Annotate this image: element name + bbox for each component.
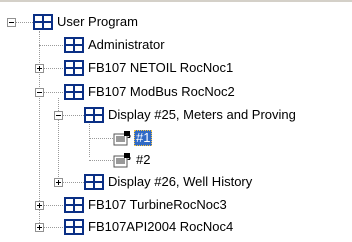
program-tree[interactable]: User Program Administrator FB107 NETOIL … <box>0 0 352 242</box>
tree-node-administrator[interactable]: Administrator <box>86 37 167 53</box>
module-grid-icon <box>64 84 84 100</box>
collapse-toggle-display-25[interactable] <box>54 111 63 120</box>
module-grid-icon <box>64 60 84 76</box>
expand-toggle-netoil[interactable] <box>35 64 44 73</box>
display-page-icon <box>113 131 131 146</box>
display-page-icon <box>113 153 131 168</box>
expand-toggle-turbine[interactable] <box>35 201 44 210</box>
tree-node-user-program[interactable]: User Program <box>55 14 140 30</box>
collapse-toggle-user-program[interactable] <box>7 18 16 27</box>
tree-line <box>89 122 90 157</box>
top-edge <box>0 0 352 2</box>
tree-node-netoil[interactable]: FB107 NETOIL RocNoc1 <box>86 60 235 76</box>
module-grid-icon <box>84 174 104 190</box>
tree-node-api2004[interactable]: FB107API2004 RocNoc4 <box>86 219 235 235</box>
tree-line <box>39 31 40 227</box>
tree-node-display-26[interactable]: Display #26, Well History <box>106 174 254 190</box>
module-grid-icon <box>33 14 53 30</box>
tree-node-display-1-selected[interactable]: #1 <box>134 130 153 146</box>
tree-line <box>39 45 63 46</box>
module-grid-icon <box>84 107 104 123</box>
module-grid-icon <box>64 219 84 235</box>
expand-toggle-api2004[interactable] <box>35 223 44 232</box>
module-grid-icon <box>64 37 84 53</box>
expand-toggle-display-26[interactable] <box>54 178 63 187</box>
tree-node-modbus[interactable]: FB107 ModBus RocNoc2 <box>86 84 237 100</box>
module-grid-icon <box>64 197 84 213</box>
tree-node-display-25[interactable]: Display #25, Meters and Proving <box>106 107 298 123</box>
tree-node-display-2[interactable]: #2 <box>134 152 152 168</box>
tree-line <box>89 138 113 139</box>
tree-line <box>89 160 113 161</box>
tree-node-turbine[interactable]: FB107 TurbineRocNoc3 <box>86 197 229 213</box>
collapse-toggle-modbus[interactable] <box>35 88 44 97</box>
